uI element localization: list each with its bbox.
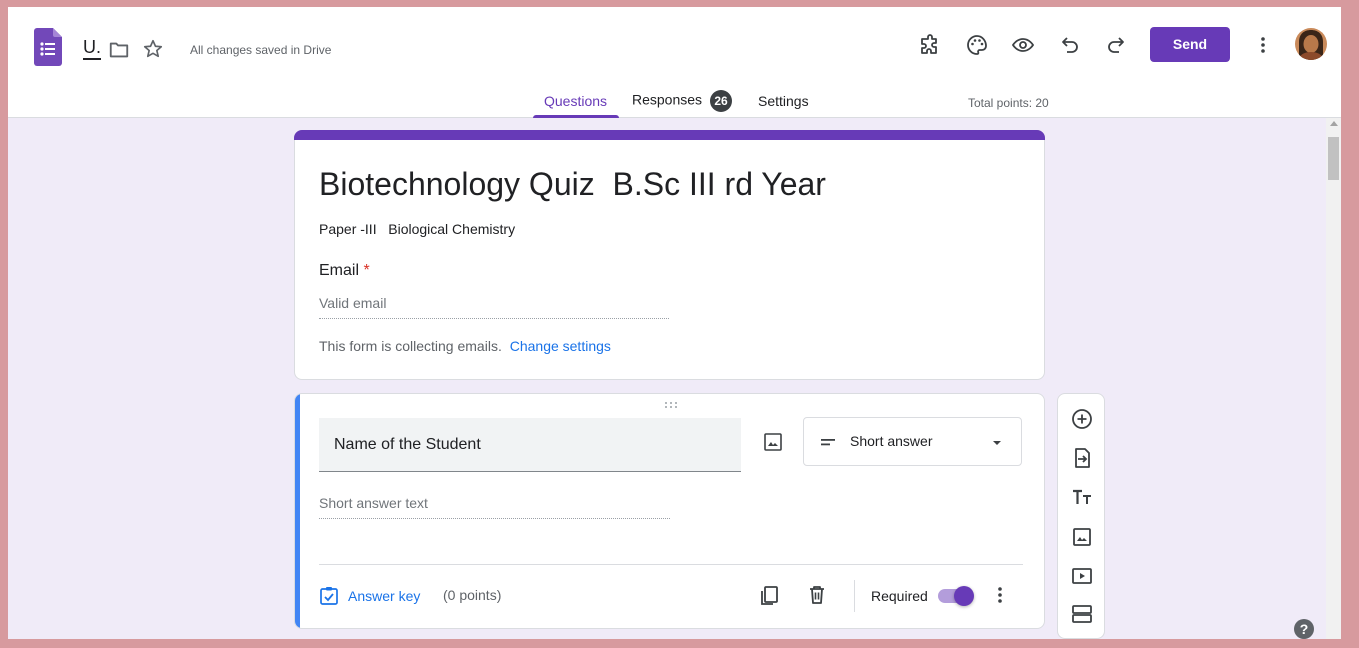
document-title[interactable]: U. (83, 37, 101, 60)
save-status: All changes saved in Drive (190, 43, 332, 57)
question-points: (0 points) (443, 587, 502, 603)
import-questions-icon[interactable] (1070, 446, 1094, 470)
required-asterisk: * (363, 262, 370, 279)
email-label-text: Email (319, 262, 360, 279)
undo-icon[interactable] (1058, 33, 1082, 57)
chevron-down-icon (993, 441, 1001, 445)
forms-app-icon[interactable] (34, 28, 62, 66)
app-window: U. All changes saved in Drive Send Quest… (8, 7, 1341, 639)
form-tabs: Questions Responses 26 Settings Total poi… (8, 90, 1341, 118)
send-button[interactable]: Send (1150, 27, 1230, 62)
collecting-emails-note: This form is collecting emails. Change s… (319, 338, 611, 354)
question-card[interactable]: Name of the Student Short answer Short a… (294, 393, 1045, 629)
avatar[interactable] (1295, 28, 1327, 60)
scroll-up-arrow-icon[interactable] (1330, 121, 1338, 126)
email-label: Email * (319, 262, 370, 280)
header-accent-bar (294, 130, 1045, 140)
add-title-icon[interactable] (1070, 485, 1094, 509)
drag-handle-icon[interactable] (661, 400, 681, 410)
collecting-emails-text: This form is collecting emails. (319, 338, 502, 354)
help-icon[interactable]: ? (1294, 619, 1314, 639)
page-scrollbar[interactable] (1326, 118, 1341, 639)
tab-responses[interactable]: Responses 26 (632, 90, 733, 112)
delete-icon[interactable] (805, 583, 829, 607)
add-question-icon[interactable] (1070, 407, 1094, 431)
avatar-image (1295, 28, 1327, 60)
footer-vertical-divider (854, 580, 855, 612)
folder-icon[interactable] (108, 39, 130, 61)
change-settings-link[interactable]: Change settings (510, 338, 611, 354)
total-points: Total points: 20 (968, 96, 1049, 110)
form-description[interactable]: Paper -III Biological Chemistry (319, 221, 515, 237)
answer-key-label: Answer key (348, 588, 421, 604)
add-image-icon[interactable] (763, 432, 783, 452)
add-section-icon[interactable] (1070, 602, 1094, 626)
duplicate-icon[interactable] (757, 583, 781, 607)
required-toggle[interactable] (938, 586, 974, 606)
responses-count-badge: 26 (710, 90, 733, 112)
answer-key-icon (320, 587, 338, 605)
add-image-icon[interactable] (1070, 525, 1094, 549)
tab-questions[interactable]: Questions (544, 93, 607, 109)
question-type-select[interactable]: Short answer (803, 417, 1022, 466)
more-vert-icon[interactable] (1251, 33, 1275, 57)
redo-icon[interactable] (1104, 33, 1128, 57)
side-toolbar (1057, 393, 1105, 639)
required-label: Required (871, 588, 928, 604)
short-text-icon (821, 439, 835, 446)
star-icon[interactable] (142, 38, 164, 60)
add-video-icon[interactable] (1070, 564, 1094, 588)
email-field: Valid email (319, 295, 669, 319)
question-type-label: Short answer (850, 433, 933, 449)
palette-icon[interactable] (965, 33, 989, 57)
short-answer-placeholder: Short answer text (319, 495, 670, 519)
top-header: U. All changes saved in Drive Send Quest… (8, 7, 1341, 118)
question-footer-divider (319, 564, 1023, 565)
scroll-thumb[interactable] (1328, 137, 1339, 180)
addon-puzzle-icon[interactable] (918, 33, 942, 57)
tab-responses-label: Responses (632, 91, 703, 108)
question-title: Name of the Student (334, 436, 481, 453)
toggle-knob (954, 586, 974, 606)
answer-key-button[interactable]: Answer key (319, 584, 420, 608)
form-title[interactable]: Biotechnology Quiz B.Sc III rd Year (319, 166, 826, 203)
preview-eye-icon[interactable] (1011, 33, 1035, 57)
form-header-card[interactable]: Biotechnology Quiz B.Sc III rd Year Pape… (294, 130, 1045, 380)
active-question-indicator (295, 394, 300, 628)
tab-active-indicator (533, 115, 619, 118)
tab-settings[interactable]: Settings (758, 93, 809, 109)
question-more-icon[interactable] (988, 583, 1012, 607)
question-title-field[interactable]: Name of the Student (319, 418, 741, 472)
